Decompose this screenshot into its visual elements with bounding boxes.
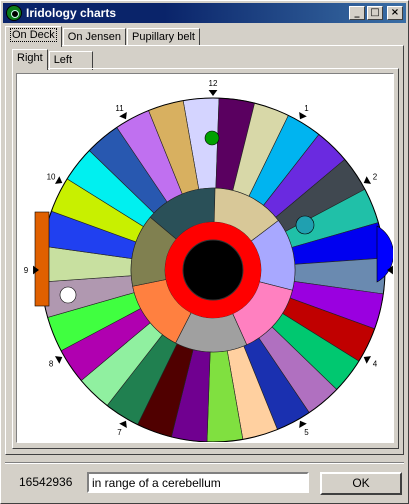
hour-label: 2 — [373, 173, 378, 182]
hour-tick — [363, 176, 372, 184]
tab-on-deck-label: On Deck — [10, 28, 57, 42]
hour-tick — [299, 420, 307, 429]
hour-label: 10 — [47, 173, 56, 182]
pupil — [182, 239, 244, 301]
hour-tick — [119, 111, 127, 120]
status-message-field: in range of a cerebellum — [87, 472, 309, 493]
hour-label: 1 — [304, 104, 309, 113]
hour-label: 7 — [117, 428, 122, 437]
hour-label: 11 — [115, 104, 124, 113]
minimize-button[interactable]: _ — [349, 6, 365, 20]
eye-icon — [6, 5, 22, 21]
teal-dot-marker — [295, 215, 315, 235]
white-dot-marker — [59, 286, 77, 304]
hour-label: 5 — [304, 428, 309, 437]
orange-bar-marker — [34, 211, 50, 307]
maximize-button[interactable]: □ — [367, 6, 383, 20]
window-title: Iridology charts — [26, 6, 117, 20]
side-tab-strip: Right Left — [12, 49, 94, 70]
iris-chart-canvas[interactable]: 121234567891011 — [16, 73, 403, 462]
main-tab-strip: On Deck On Jensen Pupillary belt — [5, 26, 201, 47]
hour-tick — [208, 90, 218, 96]
tab-on-deck[interactable]: On Deck — [5, 26, 62, 47]
close-button[interactable]: × — [387, 6, 403, 20]
hour-label: 12 — [209, 79, 218, 88]
hour-label: 9 — [24, 266, 29, 275]
hour-label: 8 — [49, 360, 54, 369]
iridology-window: Iridology charts _ □ × On Deck On Jensen… — [0, 0, 409, 504]
iris-chart[interactable]: 121234567891011 — [17, 74, 403, 462]
ok-button[interactable]: OK — [320, 472, 402, 495]
title-bar[interactable]: Iridology charts _ □ × — [3, 3, 406, 23]
hour-tick — [299, 111, 307, 120]
divider — [5, 462, 404, 464]
hour-tick — [54, 176, 63, 184]
blue-cap-marker — [376, 225, 394, 283]
hour-tick — [54, 356, 63, 364]
hour-tick — [119, 420, 127, 429]
hour-tick — [363, 356, 372, 364]
green-dot-marker — [204, 130, 220, 146]
tab-right[interactable]: Right — [12, 49, 48, 70]
hour-label: 4 — [373, 360, 378, 369]
status-code: 16542936 — [19, 475, 73, 489]
